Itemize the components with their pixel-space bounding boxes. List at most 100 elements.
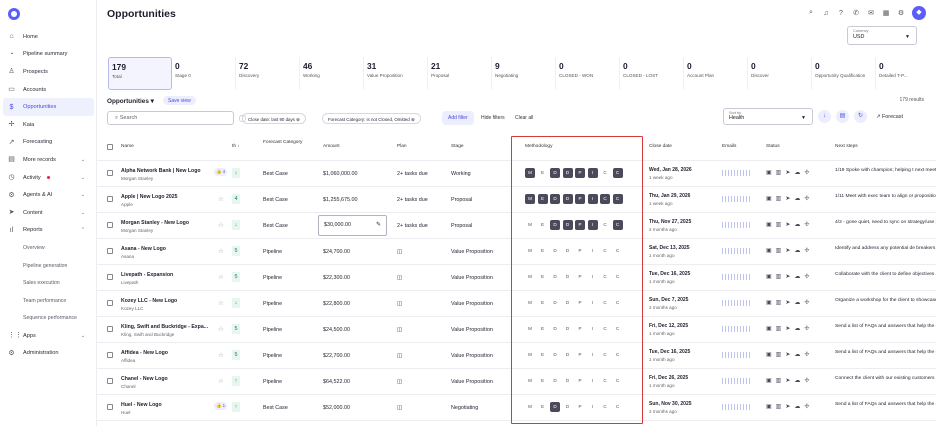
row-checkbox[interactable] — [107, 222, 113, 228]
doc-icon[interactable]: ▥ — [776, 403, 782, 410]
methodology-pill[interactable]: I — [587, 168, 598, 178]
table-row[interactable]: Asana - New Logo Asana ☆ 5 Pipeline $24,700.0… — [97, 239, 936, 265]
search-icon[interactable]: ⌕ — [807, 9, 815, 17]
pencil-icon[interactable]: ✎ — [376, 221, 381, 228]
kaia-icon[interactable]: ✢ — [804, 221, 809, 228]
stage-tile[interactable]: 0 CLOSED - LOST — [620, 57, 684, 90]
kaia-icon[interactable]: ✢ — [804, 169, 809, 176]
methodology-pill[interactable]: D — [563, 402, 573, 412]
methodology-pill[interactable]: D — [550, 402, 560, 412]
star-icon[interactable]: ☆ — [218, 325, 224, 333]
doc-icon[interactable]: ▥ — [776, 377, 782, 384]
table-row[interactable]: Affidea - New Logo Affidea ☆ 5 Pipeline $22,7… — [97, 343, 936, 369]
sidebar-item-prospects[interactable]: ♙ Prospects — [0, 63, 97, 81]
cloud-icon[interactable]: ☁ — [794, 299, 800, 306]
sidebar-item-activity[interactable]: ◷ Activity ⌄ — [0, 169, 97, 187]
methodology-pill[interactable]: C — [600, 350, 610, 360]
plan-status[interactable]: 2+ tasks due — [397, 223, 428, 229]
row-checkbox[interactable] — [107, 170, 113, 176]
methodology-pill[interactable]: E — [538, 220, 548, 230]
methodology-pill[interactable]: D — [563, 272, 573, 282]
table-row[interactable]: Huel - New Logo Huel 👍 1 ↑ Best Case $52,000.… — [97, 395, 936, 421]
methodology-pill[interactable]: I — [587, 220, 598, 230]
methodology-pill[interactable]: P — [575, 402, 585, 412]
plan-status[interactable]: ◫ — [397, 353, 402, 359]
methodology-pill[interactable]: M — [525, 246, 535, 256]
view-selector[interactable]: Opportunities ▾ — [107, 97, 154, 105]
bell-icon[interactable]: ♫ — [822, 10, 830, 17]
methodology-pill[interactable]: C — [613, 272, 623, 282]
methodology-pill[interactable]: P — [575, 376, 585, 386]
chevron-icon[interactable]: ⌃ — [81, 227, 85, 233]
stage-tile[interactable]: 179 Total — [108, 57, 172, 90]
methodology-pill[interactable]: D — [563, 298, 573, 308]
col-stage[interactable]: Stage — [451, 144, 464, 149]
methodology-pill[interactable]: P — [575, 194, 585, 204]
send-icon[interactable]: ➤ — [785, 325, 790, 332]
methodology-pill[interactable]: D — [562, 220, 573, 230]
methodology-pill[interactable]: I — [588, 376, 598, 386]
sidebar-item-accounts[interactable]: ▭ Accounts — [0, 81, 97, 99]
calendar-icon[interactable]: ▣ — [766, 351, 772, 358]
row-checkbox[interactable] — [107, 352, 113, 358]
opportunity-name[interactable]: Huel - New Logo — [121, 402, 162, 408]
stage-tile[interactable]: 0 Stage 0 — [172, 57, 236, 90]
sidebar-subitem[interactable]: Overview — [0, 239, 97, 257]
sidebar-item-agents-ai[interactable]: ⚙ Agents & AI ⌄ — [0, 186, 97, 204]
methodology-pill[interactable]: D — [550, 194, 560, 204]
refresh-button[interactable]: ↻ — [854, 110, 867, 123]
account-name[interactable]: Huel — [121, 410, 130, 415]
plan-status[interactable]: ◫ — [397, 327, 402, 333]
star-icon[interactable]: ☆ — [218, 195, 224, 203]
methodology-pill[interactable]: M — [525, 168, 535, 178]
table-row[interactable]: Chanel - New Logo Chanel ☆ ↑ Pipeline $64,522… — [97, 369, 936, 395]
calendar-icon[interactable]: ▦ — [882, 9, 890, 17]
methodology-pill[interactable]: M — [525, 298, 535, 308]
hide-filters-link[interactable]: Hide filters — [481, 115, 505, 121]
sort-by-select[interactable]: Sort by Healih ▼ — [723, 108, 813, 125]
methodology-pill[interactable]: E — [537, 194, 548, 204]
cloud-icon[interactable]: ☁ — [794, 221, 800, 228]
table-row[interactable]: Kozey LLC - New Logo Kozey LLC ☆ ↓ Pipeline $… — [97, 291, 936, 317]
row-checkbox[interactable] — [107, 300, 113, 306]
account-name[interactable]: Kozey LLC — [121, 306, 143, 311]
star-icon[interactable]: ☆ — [218, 351, 224, 359]
plan-status[interactable]: ◫ — [397, 249, 402, 255]
methodology-pill[interactable]: P — [575, 272, 585, 282]
star-icon[interactable]: ☆ — [218, 247, 224, 255]
send-icon[interactable]: ➤ — [785, 273, 790, 280]
sidebar-item-content[interactable]: ➤ Content ⌄ — [0, 204, 97, 222]
clear-all-link[interactable]: Clear all — [515, 115, 533, 121]
methodology-pill[interactable]: E — [538, 168, 548, 178]
sort-direction-button[interactable]: ↓ — [818, 110, 831, 123]
methodology-pill[interactable]: P — [575, 168, 585, 178]
methodology-pill[interactable]: I — [588, 246, 598, 256]
stage-tile[interactable]: 72 Discovery — [236, 57, 300, 90]
methodology-pill[interactable]: E — [538, 298, 548, 308]
cloud-icon[interactable]: ☁ — [794, 377, 800, 384]
methodology-pill[interactable]: M — [525, 194, 535, 204]
methodology-pill[interactable]: M — [525, 220, 535, 230]
opportunity-name[interactable]: Morgan Stanley - New Logo — [121, 220, 189, 226]
col-close-date[interactable]: Close date — [649, 144, 672, 149]
col-methodology[interactable]: Methodology — [525, 144, 552, 149]
kaia-icon[interactable]: ✢ — [804, 377, 809, 384]
opportunity-name[interactable]: Asana - New Logo — [121, 246, 166, 252]
calendar-icon[interactable]: ▣ — [766, 403, 772, 410]
row-checkbox[interactable] — [107, 404, 113, 410]
phone-icon[interactable]: ✆ — [852, 9, 860, 17]
plan-status[interactable]: ◫ — [397, 301, 402, 307]
row-checkbox[interactable] — [107, 248, 113, 254]
chevron-icon[interactable]: ⌄ — [81, 157, 85, 163]
chevron-icon[interactable]: ⌄ — [81, 333, 85, 339]
help-icon[interactable]: ? — [837, 10, 845, 17]
methodology-pill[interactable]: E — [538, 324, 548, 334]
amount-edit-field[interactable]: $30,000.00 ✎ — [318, 215, 387, 236]
cloud-icon[interactable]: ☁ — [794, 273, 800, 280]
methodology-pill[interactable]: C — [600, 324, 610, 334]
methodology-pill[interactable]: C — [600, 246, 610, 256]
methodology-pill[interactable]: I — [588, 298, 598, 308]
doc-icon[interactable]: ▥ — [776, 247, 782, 254]
sidebar-item-more-records[interactable]: ▤ More records ⌄ — [0, 151, 97, 169]
send-icon[interactable]: ➤ — [785, 403, 790, 410]
